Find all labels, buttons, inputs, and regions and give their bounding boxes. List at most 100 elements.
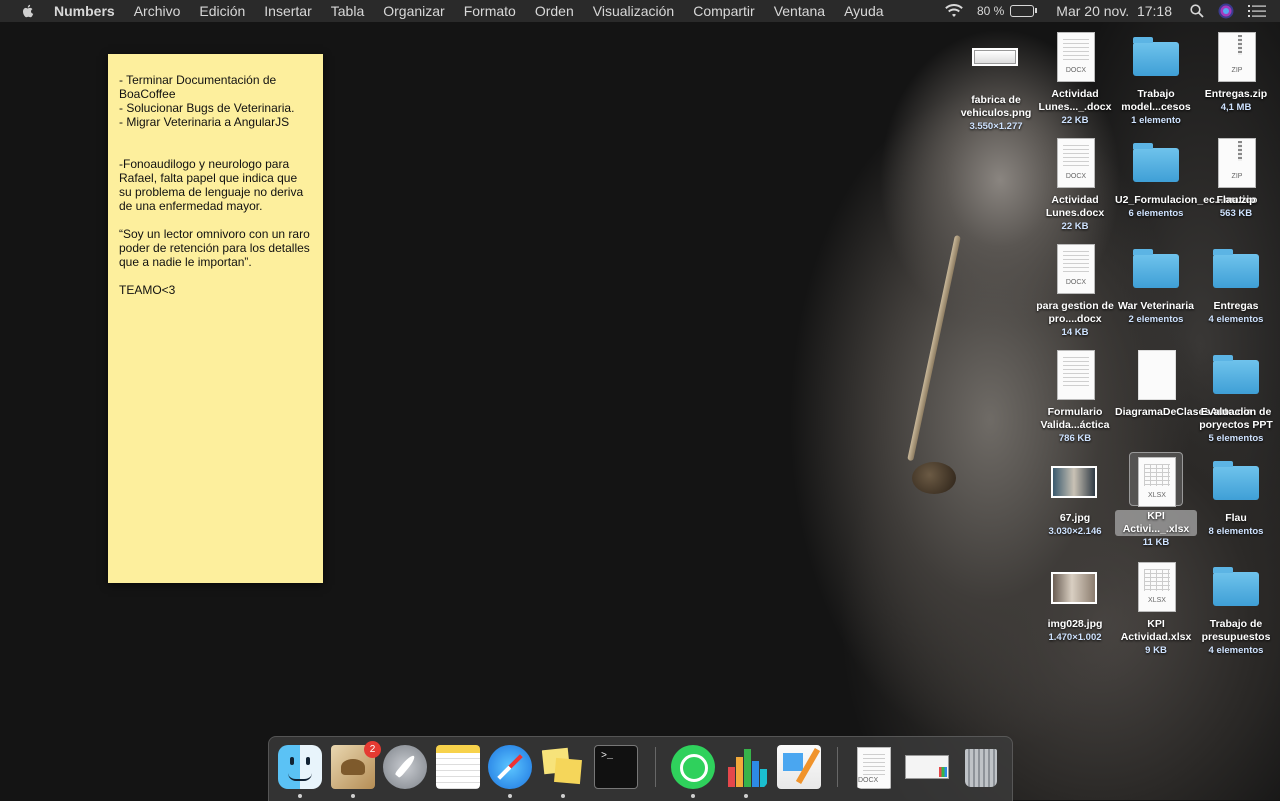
menu-archivo[interactable]: Archivo xyxy=(134,3,181,19)
desktop-file-actividad-lunes[interactable]: DOCX Actividad Lunes.docx 22 KB xyxy=(1034,138,1116,233)
mail-badge: 2 xyxy=(364,741,381,758)
siri-icon[interactable] xyxy=(1218,3,1234,19)
desktop-file-kpi-actividad[interactable]: XLSX KPI Actividad.xlsx 9 KB xyxy=(1115,562,1197,657)
battery-icon[interactable] xyxy=(1010,5,1038,17)
dock-stickies[interactable] xyxy=(541,745,585,798)
menu-tabla[interactable]: Tabla xyxy=(331,3,364,19)
notification-center-icon[interactable] xyxy=(1248,4,1266,18)
file-meta: 1.470×1.002 xyxy=(1048,632,1102,643)
folder-meta: 5 elementos xyxy=(1208,433,1264,444)
dock-separator xyxy=(837,747,838,787)
file-name: KPI Activi..._.xlsx xyxy=(1115,510,1197,536)
desktop-file-67-jpg[interactable]: 67.jpg 3.030×2.146 xyxy=(1034,456,1116,538)
folder-icon xyxy=(1210,562,1262,614)
desktop-folder-evaluacion-proyectos[interactable]: Evaluacion de poryectos PPT 5 elementos xyxy=(1195,350,1277,445)
docx-file-icon: DOCX xyxy=(1049,138,1101,190)
dock-recent-document[interactable]: DOCX xyxy=(853,745,897,789)
dock-finder[interactable] xyxy=(278,745,322,798)
running-indicator xyxy=(298,794,302,798)
date-time[interactable]: Mar 20 nov. 17:18 xyxy=(1056,3,1172,19)
notes-icon xyxy=(436,745,480,789)
menu-orden[interactable]: Orden xyxy=(535,3,574,19)
desktop-file-actividad-lunes-copy[interactable]: DOCX Actividad Lunes..._.docx 22 KB xyxy=(1034,32,1116,127)
desktop-file-fabrica-png[interactable]: fabrica de vehiculos.png 3.550×1.277 xyxy=(955,38,1037,133)
finder-icon xyxy=(278,745,322,789)
running-indicator xyxy=(351,794,355,798)
document-file-icon xyxy=(1049,350,1101,402)
wifi-icon[interactable] xyxy=(945,4,963,18)
folder-meta: 2 elementos xyxy=(1128,314,1184,325)
image-file-icon xyxy=(1049,456,1101,508)
desktop-file-kpi-actividad-copy[interactable]: XLSX KPI Activi..._.xlsx 11 KB xyxy=(1115,452,1197,549)
sticky-note-text[interactable]: - Terminar Documentación de BoaCoffee - … xyxy=(108,54,323,297)
whatsapp-icon xyxy=(671,745,715,789)
dock-pages[interactable] xyxy=(777,745,821,789)
folder-name: Trabajo model...cesos xyxy=(1121,88,1191,113)
file-meta: 563 KB xyxy=(1219,208,1253,219)
file-meta: 22 KB xyxy=(1061,221,1089,232)
running-indicator xyxy=(744,794,748,798)
recent-window-icon xyxy=(905,745,949,789)
desktop-folder-u2-formulacion[interactable]: U2_Formulacion_ec...matico 6 elementos xyxy=(1115,138,1258,220)
blank-file-icon xyxy=(1130,350,1182,402)
dock-mail[interactable]: 2 xyxy=(331,741,381,798)
desktop-folder-trabajo-presupuestos[interactable]: Trabajo de presupuestos 4 elementos xyxy=(1195,562,1277,657)
desktop-file-para-gestion[interactable]: DOCX para gestion de pro....docx 14 KB xyxy=(1034,244,1116,339)
menu-visualizacion[interactable]: Visualización xyxy=(593,3,674,19)
folder-icon xyxy=(1210,456,1262,508)
desktop-file-entregas-zip[interactable]: ZIP Entregas.zip 4,1 MB xyxy=(1195,32,1277,114)
file-name: Flau.zip xyxy=(1216,194,1256,206)
file-name: img028.jpg xyxy=(1047,618,1103,630)
desktop-folder-entregas[interactable]: Entregas 4 elementos xyxy=(1195,244,1277,326)
folder-name: Entregas xyxy=(1213,300,1259,312)
dock-whatsapp[interactable] xyxy=(671,745,715,798)
menu-insertar[interactable]: Insertar xyxy=(264,3,311,19)
spotlight-search-icon[interactable] xyxy=(1190,4,1204,18)
battery-percentage[interactable]: 80 % xyxy=(977,4,1004,18)
file-type-tag: ZIP xyxy=(1231,173,1243,180)
folder-icon xyxy=(1130,138,1182,190)
menu-formato[interactable]: Formato xyxy=(464,3,516,19)
sticky-note[interactable]: - Terminar Documentación de BoaCoffee - … xyxy=(108,54,323,583)
desktop-file-img028-jpg[interactable]: img028.jpg 1.470×1.002 xyxy=(1034,562,1116,644)
dock-terminal[interactable]: >_ xyxy=(594,745,638,789)
dock-safari[interactable] xyxy=(488,745,532,798)
dock-numbers[interactable] xyxy=(724,745,768,798)
desktop-file-formulario-validacion[interactable]: Formulario Valida...áctica 786 KB xyxy=(1034,350,1116,445)
file-meta: 3.030×2.146 xyxy=(1048,526,1102,537)
zip-file-icon: ZIP xyxy=(1210,32,1262,84)
file-meta: 14 KB xyxy=(1061,327,1089,338)
menu-ayuda[interactable]: Ayuda xyxy=(844,3,883,19)
desktop-file-diagrama-clases[interactable]: DiagramaDeClasesAuto.dia xyxy=(1115,350,1252,419)
stickies-icon xyxy=(541,745,585,789)
launchpad-icon xyxy=(383,745,427,789)
folder-name: U2_Formulacion_ec...matico xyxy=(1115,194,1258,206)
file-name: Actividad Lunes.docx xyxy=(1045,194,1105,219)
wallpaper-pipe-bowl xyxy=(912,462,956,494)
file-meta: 11 KB xyxy=(1142,537,1170,548)
dock-launchpad[interactable] xyxy=(383,745,427,789)
menu-app-name[interactable]: Numbers xyxy=(54,3,115,19)
folder-meta: 6 elementos xyxy=(1128,208,1184,219)
folder-meta: 4 elementos xyxy=(1208,314,1264,325)
file-name: KPI Actividad.xlsx xyxy=(1120,618,1192,643)
file-meta: 22 KB xyxy=(1061,115,1089,126)
menu-ventana[interactable]: Ventana xyxy=(774,3,825,19)
menu-organizar[interactable]: Organizar xyxy=(383,3,444,19)
dock-notes[interactable] xyxy=(436,745,480,789)
file-name: para gestion de pro....docx xyxy=(1036,300,1114,325)
menu-compartir[interactable]: Compartir xyxy=(693,3,754,19)
image-file-icon xyxy=(970,38,1022,90)
folder-meta: 1 elemento xyxy=(1131,115,1181,126)
menu-edicion[interactable]: Edición xyxy=(199,3,245,19)
desktop-folder-war-veterinaria[interactable]: War Veterinaria 2 elementos xyxy=(1115,244,1197,326)
folder-name: Trabajo de presupuestos xyxy=(1201,618,1271,643)
dock-recent-window[interactable] xyxy=(905,745,949,789)
desktop-folder-flau[interactable]: Flau 8 elementos xyxy=(1195,456,1277,538)
apple-icon[interactable] xyxy=(20,3,36,19)
dock-trash[interactable] xyxy=(959,745,1003,789)
menu-bar: Numbers Archivo Edición Insertar Tabla O… xyxy=(0,0,1280,22)
numbers-icon xyxy=(724,745,768,789)
desktop-file-flau-zip[interactable]: ZIP Flau.zip 563 KB xyxy=(1195,138,1277,220)
desktop-folder-trabajo-modelos[interactable]: Trabajo model...cesos 1 elemento xyxy=(1115,32,1197,127)
